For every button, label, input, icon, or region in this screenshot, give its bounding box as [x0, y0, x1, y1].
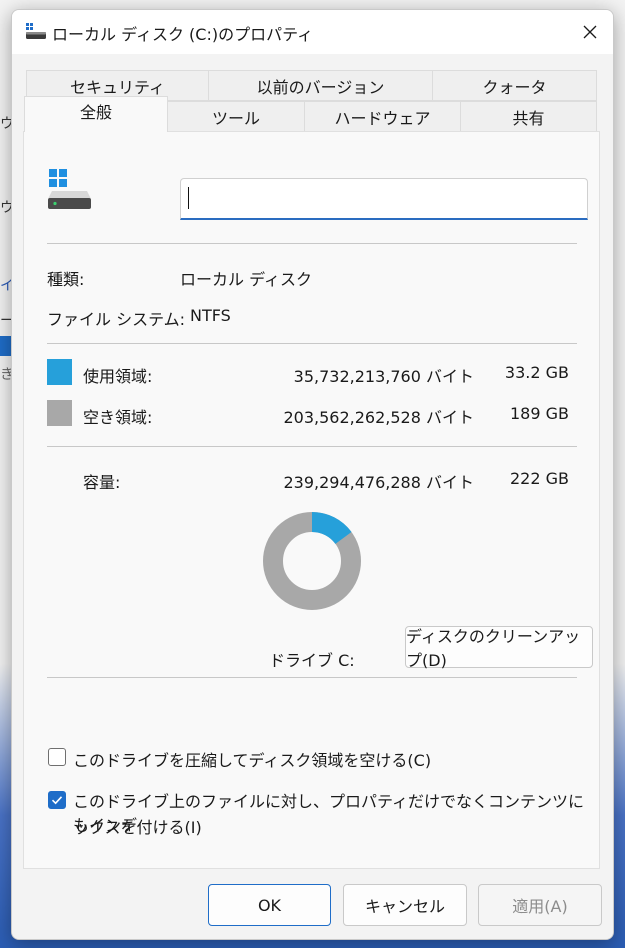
- title-bar: ローカル ディスク (C:)のプロパティ: [12, 10, 613, 54]
- index-checkbox-label-line2: ックスを付ける(I): [73, 818, 202, 837]
- free-space-bytes: 203,562,262,528 バイト: [283, 408, 474, 427]
- drive-icon: [26, 23, 46, 39]
- type-label: 種類:: [47, 270, 85, 289]
- capacity-label: 容量:: [83, 473, 121, 492]
- filesystem-label: ファイル システム:: [47, 310, 185, 329]
- divider: [47, 446, 577, 447]
- filesystem-value: NTFS: [190, 306, 231, 325]
- drive-letter-label: ドライブ C:: [269, 651, 355, 670]
- capacity-bytes: 239,294,476,288 バイト: [283, 473, 474, 492]
- tab-tools[interactable]: ツール: [167, 101, 305, 132]
- divider: [47, 343, 577, 344]
- free-space-size: 189 GB: [510, 404, 569, 423]
- tab-previous-versions[interactable]: 以前のバージョン: [208, 70, 433, 101]
- divider: [47, 677, 577, 678]
- properties-dialog: ローカル ディスク (C:)のプロパティ セキュリティ 以前のバージョン クォー…: [11, 9, 614, 940]
- text-caret: [188, 187, 189, 209]
- tab-quota[interactable]: クォータ: [432, 70, 597, 101]
- used-space-swatch: [47, 359, 72, 385]
- tab-sharing[interactable]: 共有: [460, 101, 597, 132]
- compress-checkbox-label: このドライブを圧縮してディスク領域を空ける(C): [73, 751, 432, 770]
- volume-name-input[interactable]: [180, 178, 588, 220]
- checkmark-icon: [51, 796, 63, 805]
- used-space-size: 33.2 GB: [504, 363, 569, 382]
- index-checkbox[interactable]: [48, 791, 66, 809]
- used-space-label: 使用領域:: [83, 367, 153, 386]
- dialog-footer: OK キャンセル 適用(A): [12, 869, 613, 939]
- apply-button[interactable]: 適用(A): [478, 884, 602, 926]
- capacity-size: 222 GB: [510, 469, 569, 488]
- disk-cleanup-button[interactable]: ディスクのクリーンアップ(D): [405, 626, 593, 670]
- close-button[interactable]: [567, 10, 613, 54]
- divider: [47, 243, 577, 244]
- close-icon: [583, 25, 597, 39]
- compress-checkbox[interactable]: [48, 748, 66, 766]
- tab-general[interactable]: 全般: [24, 96, 168, 132]
- dialog-title: ローカル ディスク (C:)のプロパティ: [52, 25, 314, 44]
- usage-donut-chart: [263, 512, 361, 610]
- drive-large-icon: [48, 169, 91, 209]
- used-space-bytes: 35,732,213,760 バイト: [293, 367, 474, 386]
- cancel-button[interactable]: キャンセル: [343, 884, 467, 926]
- tab-strip: セキュリティ 以前のバージョン クォータ 全般 ツール ハードウェア 共有: [12, 54, 613, 132]
- ok-button[interactable]: OK: [208, 884, 331, 926]
- free-space-label: 空き領域:: [83, 408, 153, 427]
- type-value: ローカル ディスク: [180, 270, 312, 289]
- tab-hardware[interactable]: ハードウェア: [304, 101, 461, 132]
- general-panel: 種類: ローカル ディスク ファイル システム: NTFS 使用領域: 35,7…: [23, 131, 600, 869]
- free-space-swatch: [47, 400, 72, 426]
